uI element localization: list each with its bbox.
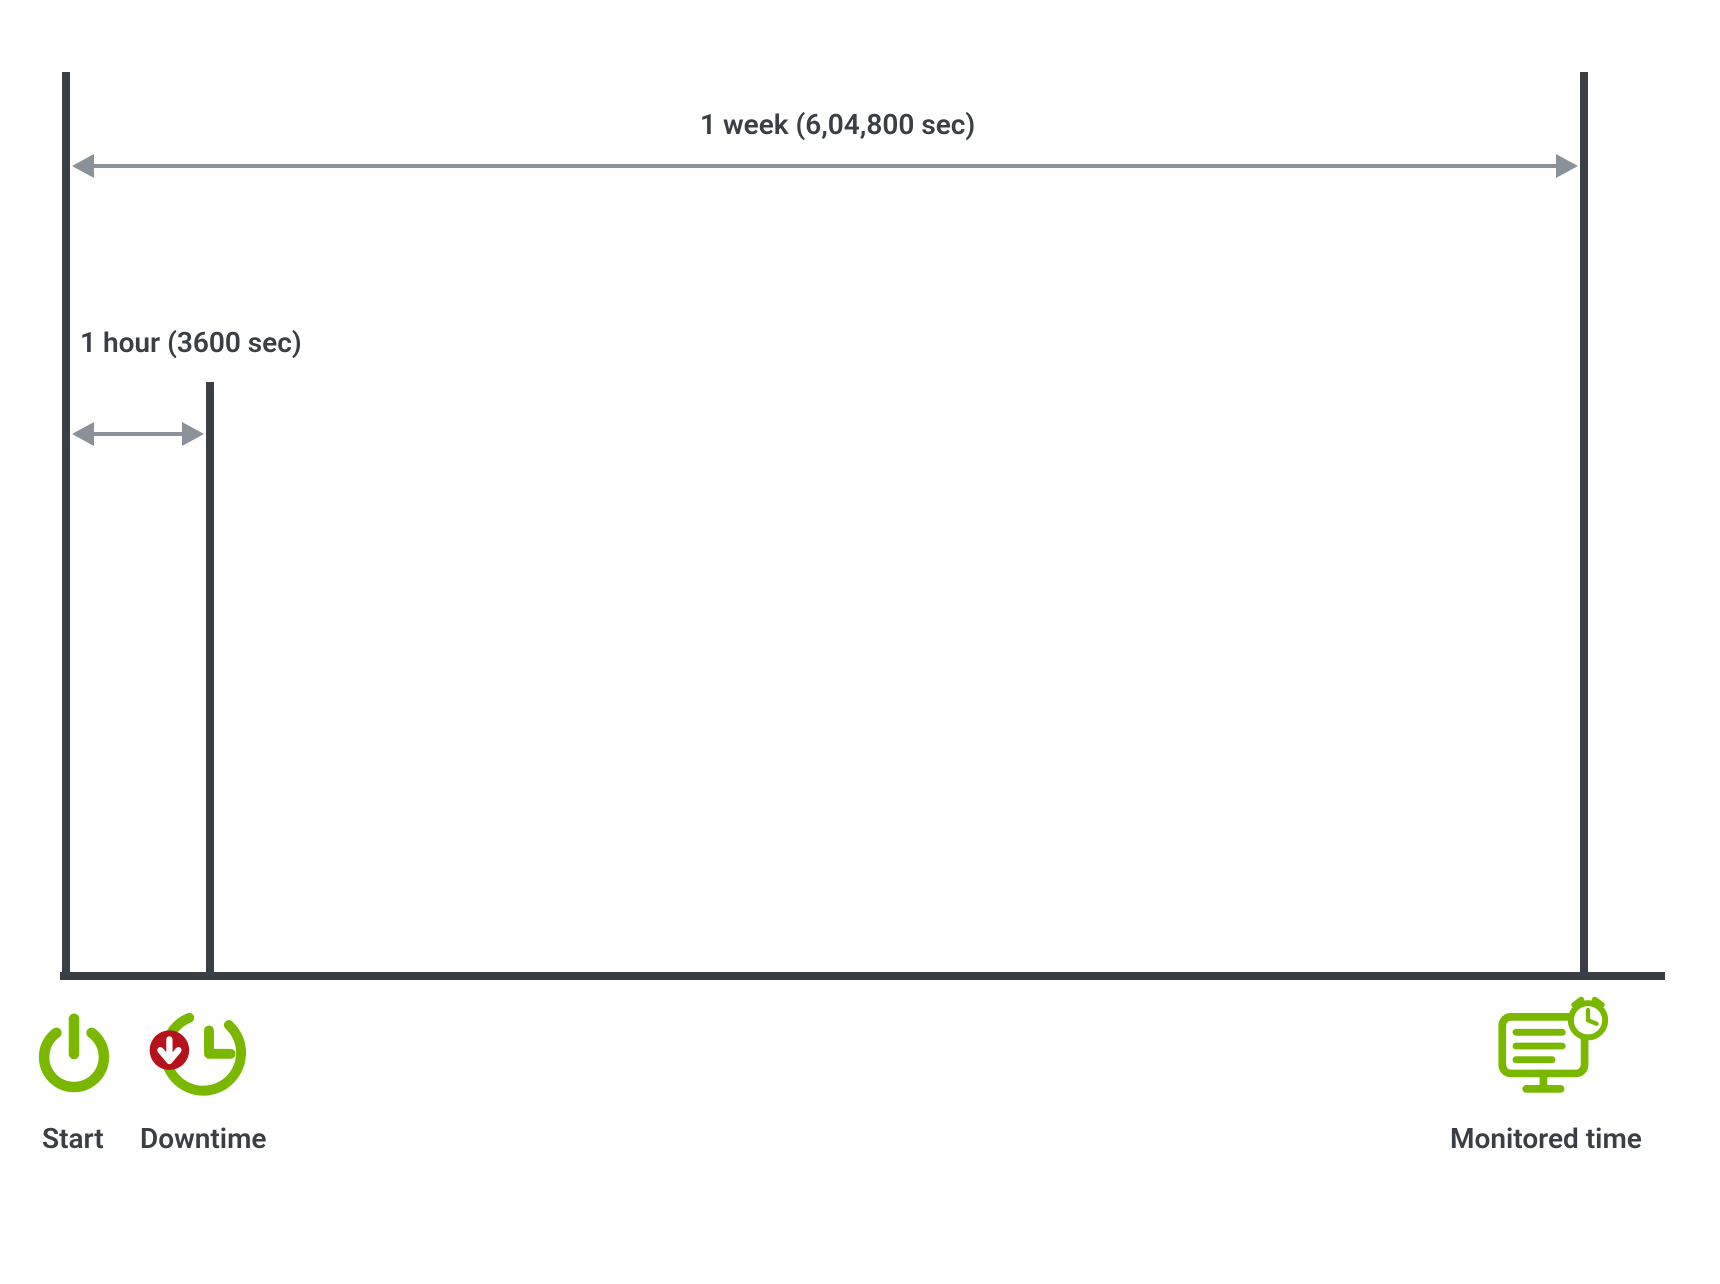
dimension-hour-arrow-right [182, 422, 204, 446]
label-hour-span: 1 hour (3600 sec) [80, 326, 302, 359]
power-icon [30, 1010, 118, 1098]
downtime-icon [146, 1006, 254, 1098]
legend-monitored-label: Monitored time [1450, 1122, 1642, 1155]
monitor-clock-icon [1492, 994, 1612, 1098]
dimension-week-line [92, 164, 1560, 168]
dimension-hour-line [92, 432, 186, 436]
legend-start-label: Start [42, 1122, 104, 1155]
dimension-week-arrow-right [1556, 154, 1578, 178]
timeline-marker-start [62, 72, 70, 972]
legend-downtime-label: Downtime [140, 1122, 266, 1155]
diagram-canvas: 1 week (6,04,800 sec) 1 hour (3600 sec) … [0, 0, 1720, 1284]
timeline-marker-end [1580, 72, 1588, 972]
dimension-hour-arrow-left [72, 422, 94, 446]
timeline-marker-downtime [206, 382, 214, 972]
dimension-week-arrow-left [72, 154, 94, 178]
timeline-baseline [60, 972, 1665, 980]
label-week-span: 1 week (6,04,800 sec) [700, 108, 975, 141]
